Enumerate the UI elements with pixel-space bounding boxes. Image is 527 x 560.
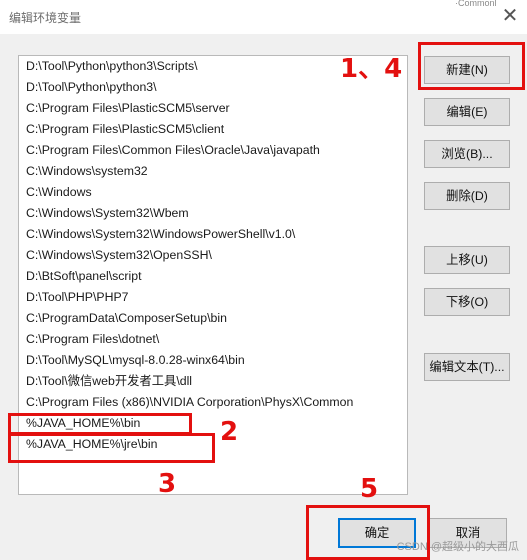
- list-item[interactable]: C:\Windows\System32\Wbem: [19, 203, 407, 224]
- edit-button[interactable]: 编辑(E): [424, 98, 510, 126]
- annotation-step-3: 3: [158, 469, 177, 499]
- list-item[interactable]: C:\Program Files\PlasticSCM5\client: [19, 119, 407, 140]
- list-item[interactable]: C:\Windows\System32\WindowsPowerShell\v1…: [19, 224, 407, 245]
- edit-env-variable-dialog: 编辑环境变量 ·Commonl ✕ D:\Tool\Python\python3…: [0, 0, 527, 560]
- annotation-box-new: [418, 42, 525, 90]
- title-bar: 编辑环境变量 ·Commonl ✕: [0, 0, 527, 34]
- move-up-button[interactable]: 上移(U): [424, 246, 510, 274]
- edit-text-button[interactable]: 编辑文本(T)...: [424, 353, 510, 381]
- list-item[interactable]: D:\BtSoft\panel\script: [19, 266, 407, 287]
- annotation-box-jre-bin: [8, 433, 215, 463]
- list-item[interactable]: D:\Tool\PHP\PHP7: [19, 287, 407, 308]
- annotation-step-5: 5: [360, 474, 379, 504]
- list-item[interactable]: C:\Program Files\PlasticSCM5\server: [19, 98, 407, 119]
- window-title: 编辑环境变量: [9, 11, 82, 25]
- annotation-step-2: 2: [220, 417, 239, 447]
- annotation-step-1-4: 1、4: [340, 54, 403, 84]
- watermark: CSDN @超级小的大西瓜: [396, 541, 519, 553]
- list-item[interactable]: C:\Windows\system32: [19, 161, 407, 182]
- move-down-button[interactable]: 下移(O): [424, 288, 510, 316]
- browse-button[interactable]: 浏览(B)...: [424, 140, 510, 168]
- list-item[interactable]: C:\Program Files (x86)\NVIDIA Corporatio…: [19, 392, 407, 413]
- delete-button[interactable]: 删除(D): [424, 182, 510, 210]
- list-item[interactable]: D:\Tool\微信web开发者工具\dll: [19, 371, 407, 392]
- list-item[interactable]: D:\Tool\MySQL\mysql-8.0.28-winx64\bin: [19, 350, 407, 371]
- annotation-box-java-bin: [8, 413, 192, 435]
- close-icon[interactable]: ✕: [497, 3, 523, 29]
- list-item[interactable]: C:\Windows: [19, 182, 407, 203]
- list-item[interactable]: C:\Program Files\dotnet\: [19, 329, 407, 350]
- list-item[interactable]: C:\Program Files\Common Files\Oracle\Jav…: [19, 140, 407, 161]
- list-item[interactable]: C:\Windows\System32\OpenSSH\: [19, 245, 407, 266]
- list-item[interactable]: C:\ProgramData\ComposerSetup\bin: [19, 308, 407, 329]
